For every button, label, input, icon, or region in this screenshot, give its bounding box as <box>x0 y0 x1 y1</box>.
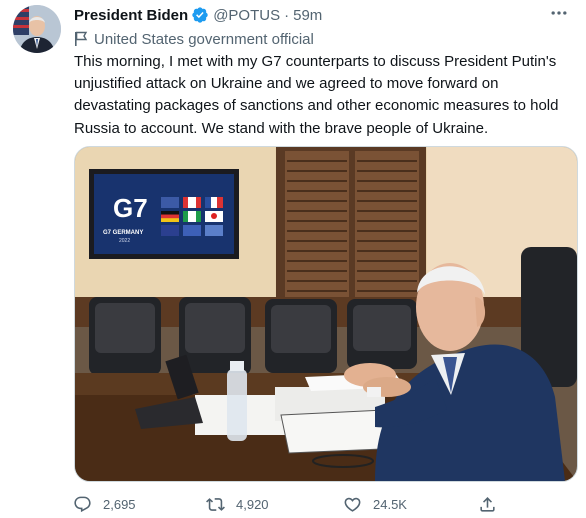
retweet-button[interactable]: 4,920 <box>206 492 269 516</box>
tweet-timestamp[interactable]: 59m <box>293 7 322 24</box>
heart-icon <box>344 497 361 512</box>
share-button[interactable] <box>478 492 508 516</box>
reply-button[interactable]: 2,695 <box>73 492 136 516</box>
tweet-actions: 2,695 4,920 24.5K <box>73 492 513 518</box>
screen-flags <box>161 197 223 236</box>
tweet-text: This morning, I met with my G7 counterpa… <box>74 53 559 137</box>
more-dots-icon[interactable] <box>546 3 572 23</box>
screen-year: 2022 <box>119 238 130 244</box>
verified-badge-icon <box>191 6 209 24</box>
author-handle[interactable]: @POTUS <box>213 7 280 24</box>
tweet-photo[interactable]: G7 G7 GERMANY 2022 <box>74 146 578 482</box>
reply-count: 2,695 <box>103 496 136 512</box>
flag-icon <box>74 31 88 47</box>
author-avatar[interactable] <box>13 5 61 53</box>
separator-dot: · <box>284 6 290 24</box>
screen-caption: G7 GERMANY <box>103 230 143 236</box>
retweet-icon <box>206 497 225 511</box>
account-label-text: United States government official <box>94 30 314 48</box>
author-name[interactable]: President Biden <box>74 7 188 24</box>
screen-logo: G7 <box>113 193 148 223</box>
like-button[interactable]: 24.5K <box>343 492 407 516</box>
like-count: 24.5K <box>373 496 407 512</box>
retweet-count: 4,920 <box>236 496 269 512</box>
share-icon <box>480 496 495 512</box>
account-label[interactable]: United States government official <box>74 29 314 49</box>
reply-icon <box>74 496 91 512</box>
tweet-header: President Biden @POTUS · 59m <box>74 5 322 25</box>
photo-scene: G7 G7 GERMANY 2022 <box>75 147 577 481</box>
avatar-photo <box>13 5 61 53</box>
